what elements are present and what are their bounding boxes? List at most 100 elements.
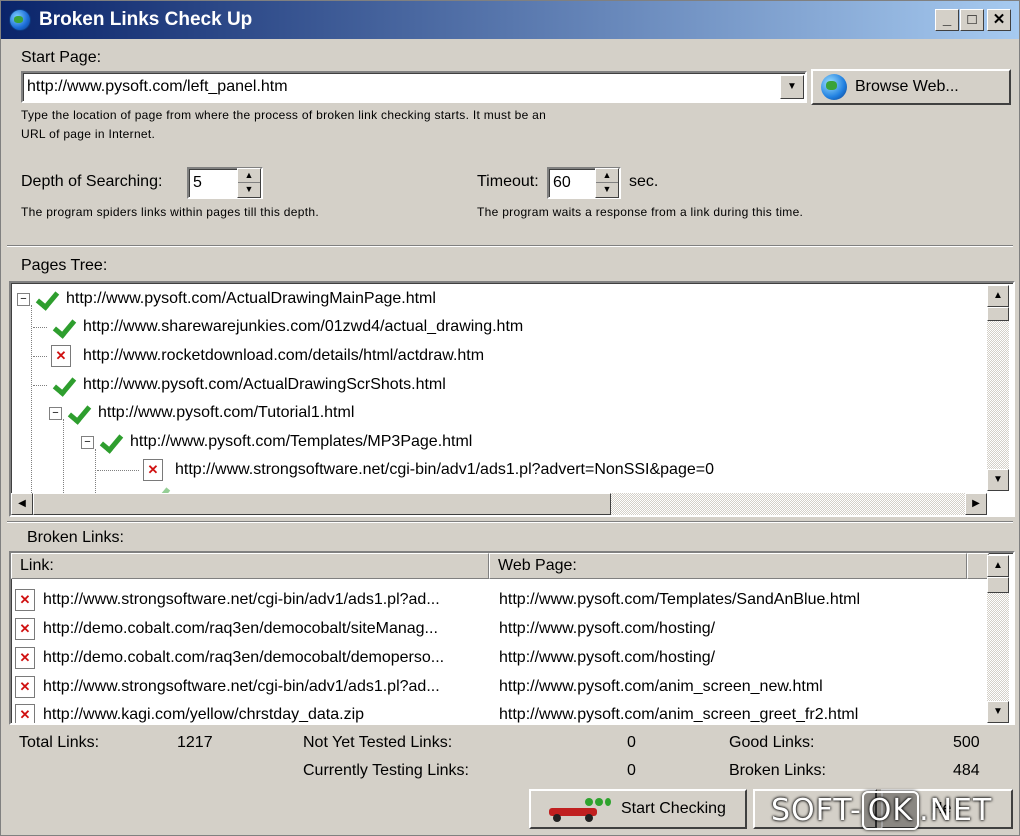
title-bar: Broken Links Check Up _ □ ✕ [1, 1, 1019, 39]
collapse-icon[interactable]: − [49, 406, 62, 420]
timeout-label: Timeout: [477, 173, 539, 190]
depth-hint: The program spiders links within pages t… [21, 205, 319, 219]
broken-links-list[interactable]: Link: Web Page: ✕ http://www.strongsoftwa… [9, 551, 1015, 725]
scroll-up-icon[interactable]: ▲ [987, 285, 1009, 307]
scroll-left-icon[interactable]: ◀ [11, 493, 33, 515]
broken-links-label: Broken Links: [27, 529, 124, 546]
spin-down-icon[interactable]: ▼ [238, 183, 260, 197]
depth-label: Depth of Searching: [21, 173, 163, 190]
ok-check-icon [51, 374, 73, 396]
car-start-icon [545, 796, 611, 822]
spin-up-icon[interactable]: ▲ [596, 169, 618, 183]
start-checking-button[interactable]: Start Checking [529, 789, 747, 829]
separator [7, 521, 1013, 523]
ok-check-icon [98, 431, 120, 453]
tree-item[interactable]: http://www.sharewarejunkies.com/01zwd4/a… [33, 313, 523, 341]
start-page-value[interactable]: http://www.pysoft.com/left_panel.htm [27, 78, 288, 96]
page-cell: http://www.pysoft.com/Templates/SandAnBl… [499, 590, 861, 608]
main-window: Broken Links Check Up _ □ ✕ Start Page: … [0, 0, 1020, 836]
globe-icon [821, 74, 847, 100]
broken-links-count-label: Broken Links: [729, 762, 826, 779]
broken-links-count-value: 484 [953, 762, 980, 779]
list-vscroll-thumb[interactable] [987, 577, 1009, 593]
total-links-value: 1217 [177, 734, 213, 751]
ok-check-icon [51, 316, 73, 338]
tree-item-label: http://www.strongsoftware.net/cgi-bin/ad… [175, 461, 714, 478]
scroll-right-icon[interactable]: ▶ [965, 493, 987, 515]
ok-check-icon [34, 288, 56, 310]
page-cell: http://www.pysoft.com/hosting/ [499, 648, 716, 666]
watermark-boxed: OK [861, 791, 920, 830]
start-page-combobox[interactable]: http://www.pysoft.com/left_panel.htm ▼ [21, 71, 807, 103]
watermark-left: SOFT- [771, 793, 862, 828]
good-links-value: 500 [953, 734, 980, 751]
spin-down-icon[interactable]: ▼ [596, 183, 618, 197]
separator [7, 245, 1013, 247]
depth-spin-buttons[interactable]: ▲ ▼ [237, 168, 261, 198]
watermark: SOFT- OK .NET [771, 791, 992, 830]
watermark-right: .NET [919, 793, 993, 828]
timeout-value[interactable]: 60 [553, 174, 571, 192]
start-checking-label: Start Checking [621, 800, 726, 817]
tree-item[interactable]: ✕ http://www.strongsoftware.net/cgi-bin/… [97, 456, 714, 484]
scroll-down-icon[interactable]: ▼ [987, 701, 1009, 723]
depth-value[interactable]: 5 [193, 174, 202, 192]
broken-x-icon: ✕ [15, 646, 35, 669]
tree-item[interactable]: ✕ http://www.rocketdownload.com/details/… [33, 342, 484, 370]
maximize-button[interactable]: □ [960, 9, 984, 31]
browse-web-button[interactable]: Browse Web... [811, 69, 1011, 105]
tree-item[interactable]: − http://www.pysoft.com/Templates/MP3Pag… [81, 428, 472, 456]
ok-check-icon [66, 402, 88, 424]
broken-x-icon: ✕ [15, 617, 35, 640]
tree-item[interactable]: − http://www.pysoft.com/ActualDrawingMai… [17, 285, 436, 313]
column-header-link[interactable]: Link: [11, 553, 489, 579]
page-cell: http://www.pysoft.com/anim_screen_new.ht… [499, 677, 823, 695]
globe-app-icon [9, 9, 31, 31]
scroll-down-icon[interactable]: ▼ [987, 469, 1009, 491]
collapse-icon[interactable]: − [17, 292, 30, 306]
broken-x-icon: ✕ [51, 345, 71, 367]
link-cell: http://www.strongsoftware.net/cgi-bin/ad… [43, 590, 440, 608]
tree-item[interactable]: − http://www.pysoft.com/Tutorial1.html [49, 399, 354, 427]
broken-x-icon: ✕ [143, 459, 163, 481]
link-cell: http://www.strongsoftware.net/cgi-bin/ad… [43, 677, 440, 695]
tree-item-label: http://www.pysoft.com/Templates/MP3Page.… [130, 433, 473, 450]
broken-x-icon: ✕ [15, 588, 35, 611]
link-cell: http://demo.cobalt.com/raq3en/democobalt… [43, 619, 438, 637]
start-page-label: Start Page: [21, 49, 102, 66]
timeout-unit: sec. [629, 173, 659, 190]
tree-item-label: http://www.pysoft.com/Tutorial1.html [98, 404, 355, 421]
close-button[interactable]: ✕ [987, 9, 1011, 31]
tree-item-label: http://www.pysoft.com/ActualDrawingScrSh… [83, 376, 446, 393]
collapse-icon[interactable]: − [81, 435, 94, 449]
tree-item-label: http://www.rocketdownload.com/details/ht… [83, 347, 485, 364]
browse-web-label: Browse Web... [855, 78, 959, 95]
column-header-web-page[interactable]: Web Page: [489, 553, 967, 579]
page-cell: http://www.pysoft.com/hosting/ [499, 619, 716, 637]
total-links-label: Total Links: [19, 734, 100, 751]
good-links-label: Good Links: [729, 734, 815, 751]
pages-tree[interactable]: − http://www.pysoft.com/ActualDrawingMai… [9, 281, 1015, 517]
tree-item-label: http://www.pysoft.com/ActualDrawingMainP… [66, 290, 436, 307]
link-cell: http://www.kagi.com/yellow/chrstday_data… [43, 705, 365, 723]
dropdown-arrow-icon[interactable]: ▼ [780, 75, 804, 99]
page-cell: http://www.pysoft.com/anim_screen_greet_… [499, 705, 859, 723]
start-page-hint-1: Type the location of page from where the… [21, 108, 547, 122]
timeout-spinner[interactable]: 60 ▲ ▼ [547, 167, 621, 199]
spin-up-icon[interactable]: ▲ [238, 169, 260, 183]
depth-spinner[interactable]: 5 ▲ ▼ [187, 167, 263, 199]
broken-x-icon: ✕ [15, 675, 35, 698]
tree-vscroll-thumb[interactable] [987, 307, 1009, 321]
link-cell: http://demo.cobalt.com/raq3en/democobalt… [43, 648, 445, 666]
timeout-spin-buttons[interactable]: ▲ ▼ [595, 168, 619, 198]
not-yet-tested-value: 0 [627, 734, 636, 751]
pages-tree-label: Pages Tree: [21, 257, 108, 274]
tree-item[interactable]: http://www.pysoft.com/ActualDrawingScrSh… [33, 371, 446, 399]
broken-x-icon: ✕ [15, 703, 35, 723]
column-header-filler [967, 553, 989, 579]
scroll-up-icon[interactable]: ▲ [987, 555, 1009, 577]
timeout-hint: The program waits a response from a link… [477, 205, 804, 219]
tree-hscroll-thumb[interactable] [33, 493, 611, 515]
minimize-button[interactable]: _ [935, 9, 959, 31]
tree-item-label: http://www.sharewarejunkies.com/01zwd4/a… [83, 318, 524, 335]
